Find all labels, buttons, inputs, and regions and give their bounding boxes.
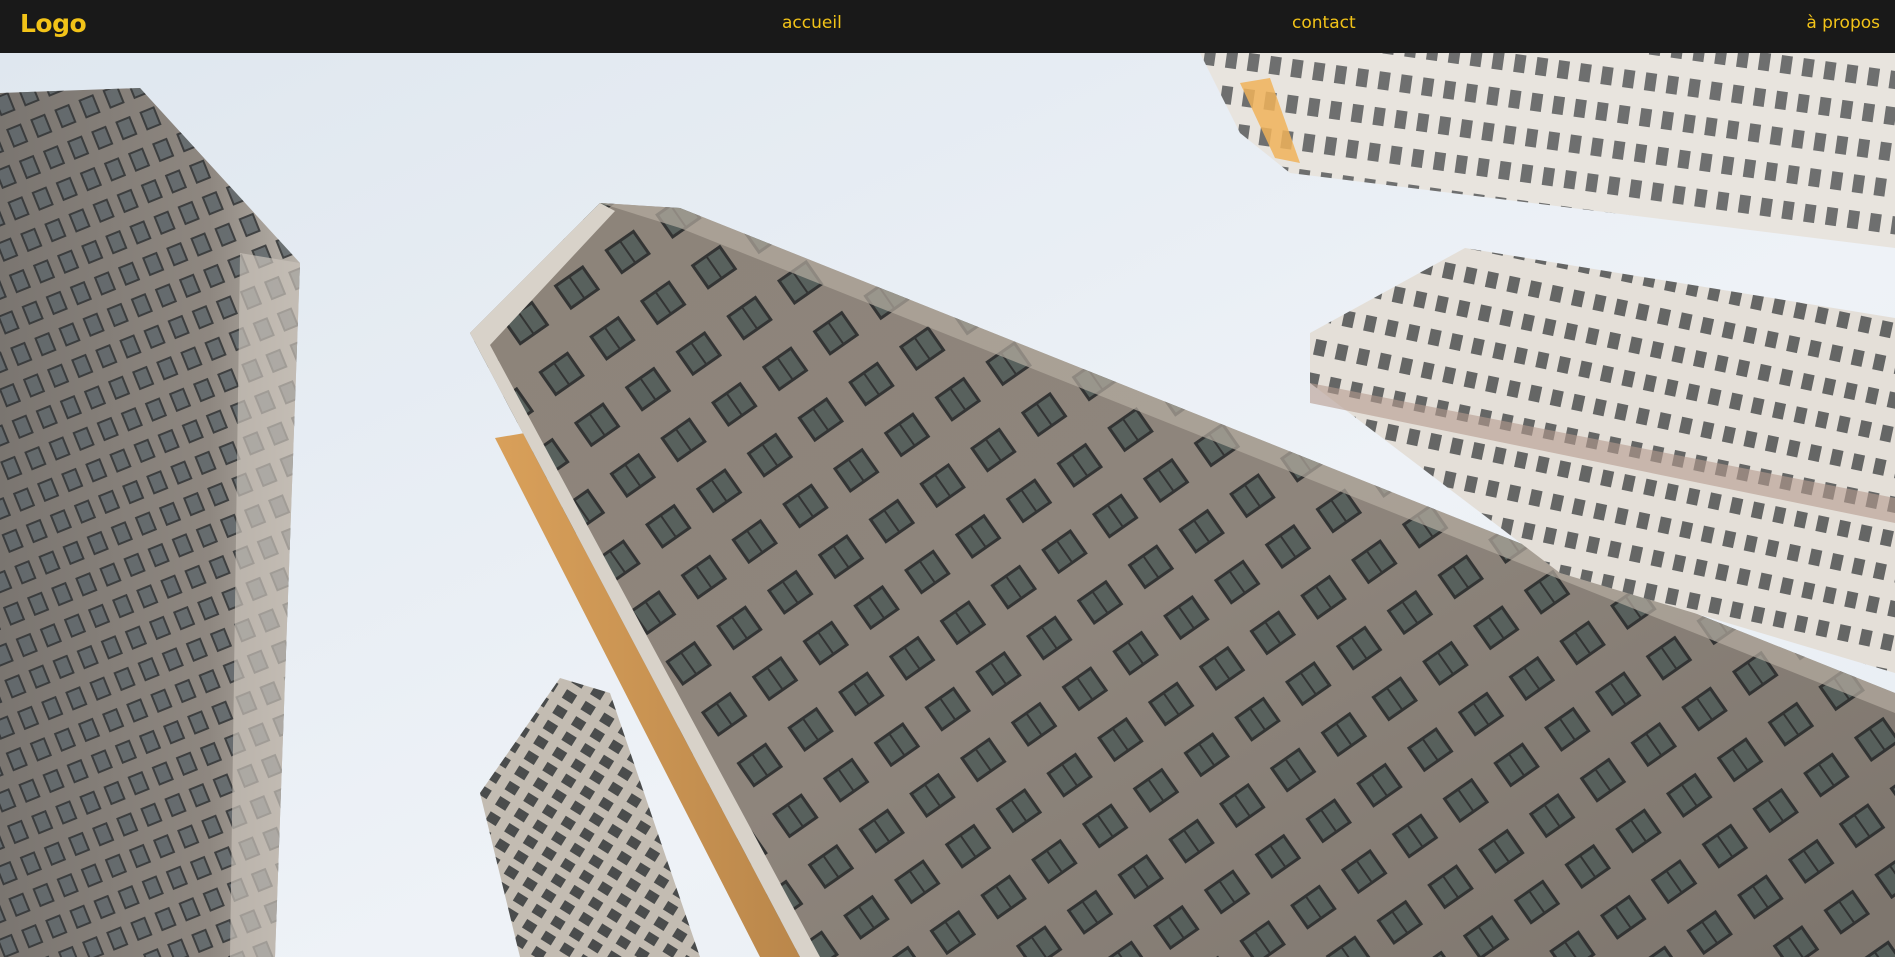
nav-link-a-propos[interactable]: à propos: [1806, 0, 1880, 47]
logo-link[interactable]: Logo: [20, 0, 87, 47]
navbar: Logo accueil contact à propos: [0, 0, 1895, 53]
nav-link-accueil[interactable]: accueil: [782, 0, 842, 47]
nav-link-contact[interactable]: contact: [1292, 0, 1356, 47]
hero-image: [0, 53, 1895, 957]
buildings-photo: [0, 53, 1895, 957]
